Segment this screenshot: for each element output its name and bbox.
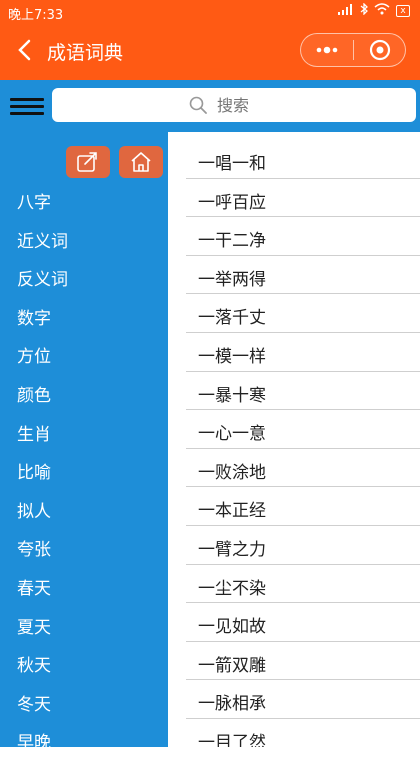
close-button[interactable] — [354, 34, 405, 66]
home-button[interactable] — [119, 146, 163, 178]
idiom-row[interactable]: 一唱一和 — [186, 140, 420, 179]
idiom-row[interactable]: 一见如故 — [186, 603, 420, 642]
menu-button[interactable] — [10, 94, 44, 120]
idiom-text: 一臂之力 — [198, 540, 266, 560]
app-header: 晚上7:33 x 成语词典 — [0, 0, 420, 80]
category-item[interactable]: 拟人 — [0, 493, 168, 532]
category-item[interactable]: 反义词 — [0, 261, 168, 300]
category-item[interactable]: 生肖 — [0, 416, 168, 455]
category-item[interactable]: 早晚 — [0, 724, 168, 763]
page-title: 成语词典 — [47, 42, 124, 64]
home-icon — [131, 152, 151, 172]
idiom-row[interactable]: 一臂之力 — [186, 526, 420, 565]
category-item[interactable]: 夸张 — [0, 531, 168, 570]
idiom-row[interactable]: 一心一意 — [186, 410, 420, 449]
search-input[interactable] — [215, 94, 279, 116]
idiom-row[interactable]: 一干二净 — [186, 217, 420, 256]
idiom-text: 一干二净 — [198, 231, 266, 252]
bluetooth-icon — [360, 2, 368, 18]
idiom-row[interactable]: 一箭双雕 — [186, 642, 420, 681]
nav-bar: 成语词典 — [0, 24, 420, 80]
idiom-row[interactable]: 一尘不染 — [186, 565, 420, 604]
wifi-icon — [374, 3, 390, 18]
idiom-row[interactable]: 一呼百应 — [186, 179, 420, 218]
idiom-row[interactable]: 一举两得 — [186, 256, 420, 295]
category-sidebar: 八字 近义词 反义词 数字 方位 颜色 生肖 比喻 拟人 夸张 春天 夏天 秋天… — [0, 132, 168, 753]
search-bar[interactable] — [52, 88, 416, 122]
category-item[interactable]: 比喻 — [0, 454, 168, 493]
idiom-row[interactable]: 一暴十寒 — [186, 372, 420, 411]
idiom-text: 一见如故 — [198, 617, 266, 638]
idiom-text: 一尘不染 — [198, 578, 266, 599]
category-list: 八字 近义词 反义词 数字 方位 颜色 生肖 比喻 拟人 夸张 春天 夏天 秋天… — [0, 184, 168, 763]
idiom-text: 一目了然 — [198, 733, 266, 747]
category-item[interactable]: 夏天 — [0, 609, 168, 648]
idiom-row[interactable]: 一脉相承 — [186, 680, 420, 719]
share-button[interactable] — [66, 146, 110, 178]
hamburger-line — [10, 98, 44, 101]
more-dots-icon — [316, 46, 338, 54]
hamburger-line — [10, 105, 44, 108]
idiom-row[interactable]: 一目了然 — [186, 719, 420, 747]
idiom-text: 一败涂地 — [198, 462, 266, 483]
hamburger-line — [10, 112, 44, 115]
idiom-text: 一心一意 — [198, 424, 266, 445]
status-icons: x — [338, 2, 410, 18]
battery-icon: x — [396, 4, 410, 17]
idiom-text: 一落千丈 — [198, 308, 266, 329]
category-item[interactable]: 春天 — [0, 570, 168, 609]
category-item[interactable]: 颜色 — [0, 377, 168, 416]
idiom-text: 一呼百应 — [198, 192, 266, 213]
category-item[interactable]: 数字 — [0, 300, 168, 339]
share-icon — [77, 152, 97, 172]
target-icon — [369, 39, 391, 61]
idiom-row[interactable]: 一落千丈 — [186, 294, 420, 333]
category-item[interactable]: 八字 — [0, 184, 168, 223]
category-item[interactable]: 冬天 — [0, 686, 168, 725]
idiom-text: 一举两得 — [198, 269, 266, 290]
idiom-text: 一箭双雕 — [198, 655, 266, 676]
search-icon — [189, 96, 207, 114]
idiom-text: 一脉相承 — [198, 694, 266, 715]
status-time: 晚上7:33 — [8, 8, 64, 23]
category-item[interactable]: 方位 — [0, 338, 168, 377]
category-item[interactable]: 秋天 — [0, 647, 168, 686]
chevron-left-icon — [18, 39, 31, 61]
category-item[interactable]: 近义词 — [0, 223, 168, 262]
idiom-list: 一唱一和 一呼百应 一干二净 一举两得 一落千丈 一模一样 一暴十寒 一心一意 … — [168, 132, 420, 747]
status-bar: 晚上7:33 x — [0, 0, 420, 24]
mini-program-capsule — [300, 33, 406, 67]
idiom-text: 一唱一和 — [198, 154, 266, 174]
more-button[interactable] — [301, 34, 353, 66]
idiom-row[interactable]: 一败涂地 — [186, 449, 420, 488]
idiom-row[interactable]: 一本正经 — [186, 487, 420, 526]
idiom-row[interactable]: 一模一样 — [186, 333, 420, 372]
idiom-text: 一暴十寒 — [198, 385, 266, 406]
back-button[interactable] — [14, 36, 38, 64]
signal-icon — [338, 3, 354, 18]
idiom-text: 一模一样 — [198, 347, 266, 367]
idiom-text: 一本正经 — [198, 501, 266, 522]
